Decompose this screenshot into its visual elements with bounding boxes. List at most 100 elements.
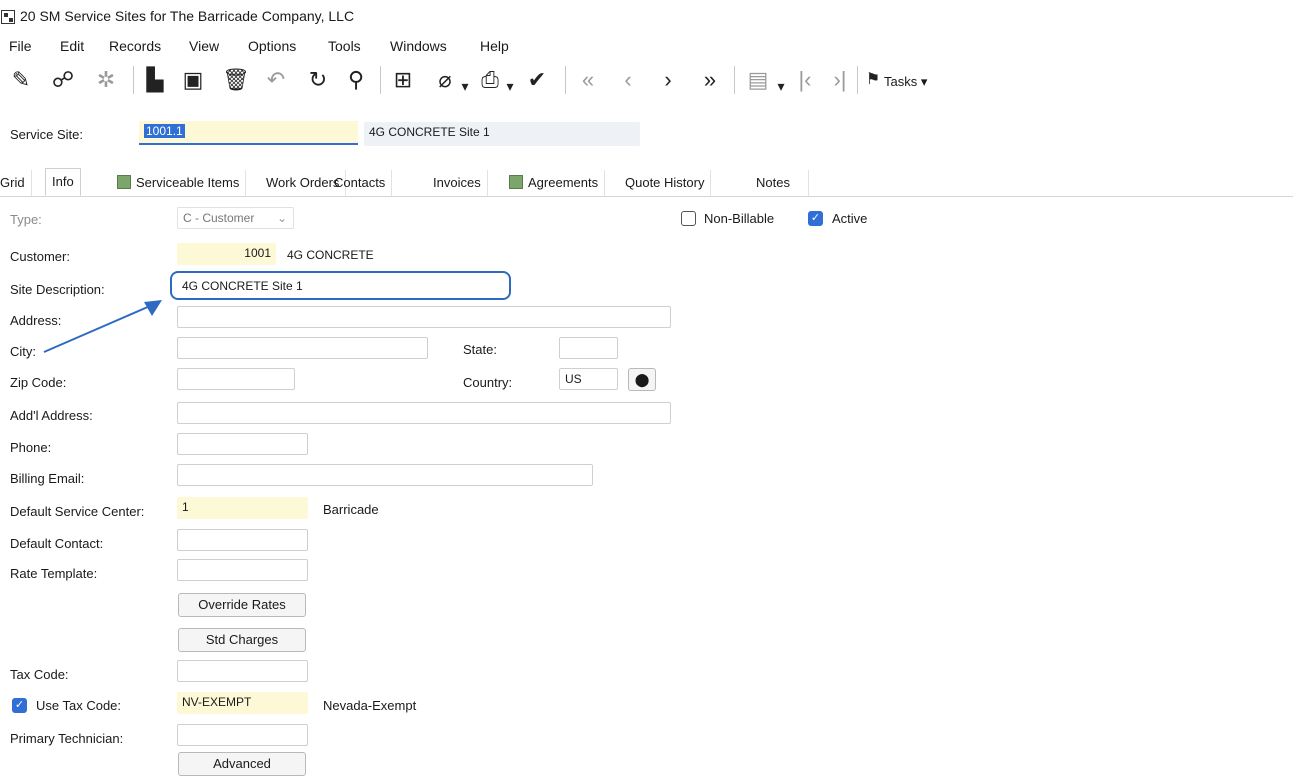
default-service-center-input[interactable]: 1 <box>177 497 308 519</box>
next-record-icon[interactable]: › <box>655 66 681 94</box>
tab-contacts[interactable]: Contacts <box>328 170 393 196</box>
phone-input[interactable] <box>177 433 308 455</box>
advanced-button[interactable]: Advanced <box>178 752 306 776</box>
active-checkbox[interactable]: ✓ <box>808 211 823 226</box>
document-icon <box>117 175 131 189</box>
phone-label: Phone: <box>10 440 52 455</box>
billing-email-label: Billing Email: <box>10 471 85 486</box>
highlight-box <box>170 271 511 300</box>
print-icon[interactable]: ⎙ <box>477 66 503 94</box>
new-document-icon[interactable]: ▙ <box>142 66 168 94</box>
document-icon <box>509 175 523 189</box>
state-input[interactable] <box>559 337 618 359</box>
form-view-icon[interactable]: ▤ <box>745 66 771 94</box>
use-tax-code-name: Nevada-Exempt <box>323 698 417 713</box>
last-record-icon[interactable]: » <box>697 66 723 94</box>
country-input[interactable]: US <box>559 368 618 390</box>
first-page-icon[interactable]: |‹ <box>795 66 815 94</box>
tax-code-input[interactable] <box>177 660 308 682</box>
menu-file[interactable]: File <box>9 38 32 54</box>
edit-record-icon[interactable]: ✎ <box>8 66 34 94</box>
undo-icon[interactable]: ↶ <box>263 66 289 94</box>
last-page-icon[interactable]: ›| <box>830 66 850 94</box>
state-label: State: <box>463 342 497 357</box>
binoculars-icon[interactable]: ☍ <box>50 66 76 94</box>
country-label: Country: <box>463 375 513 390</box>
city-label: City: <box>10 344 36 359</box>
tab-agreements-label: Agreements <box>528 175 599 190</box>
title-bar: 20 SM Service Sites for The Barricade Co… <box>0 0 1293 32</box>
toolbar-separator <box>734 66 735 94</box>
site-description-label: Site Description: <box>10 282 105 297</box>
menu-records[interactable]: Records <box>109 38 161 54</box>
tab-serviceable-items-label: Serviceable Items <box>136 175 240 190</box>
std-charges-button[interactable]: Std Charges <box>178 628 306 652</box>
type-label: Type: <box>10 212 42 227</box>
tasks-menu-button[interactable]: Tasks ▾ <box>884 74 927 90</box>
previous-record-icon[interactable]: ‹ <box>615 66 641 94</box>
toolbar-separator <box>565 66 566 94</box>
city-input[interactable] <box>177 337 428 359</box>
default-service-center-name: Barricade <box>323 502 379 517</box>
first-record-icon[interactable]: « <box>575 66 601 94</box>
map-pin-icon[interactable]: ⬤ <box>628 368 656 391</box>
grid-view-icon[interactable]: ⊞ <box>390 66 416 94</box>
toolbar-separator <box>133 66 134 94</box>
tax-code-label: Tax Code: <box>10 667 69 682</box>
active-label: Active <box>832 211 868 226</box>
menu-tools[interactable]: Tools <box>328 38 361 54</box>
delete-icon[interactable]: 🗑 <box>222 66 250 94</box>
spell-check-icon[interactable]: ✔ <box>523 66 551 94</box>
menu-windows[interactable]: Windows <box>390 38 447 54</box>
menu-edit[interactable]: Edit <box>60 38 84 54</box>
tab-invoices[interactable]: Invoices <box>427 170 488 196</box>
addl-address-input[interactable] <box>177 402 671 424</box>
flag-icon[interactable]: ⚑ <box>864 66 882 94</box>
override-rates-button[interactable]: Override Rates <box>178 593 306 617</box>
service-site-input[interactable]: 1001.1 <box>139 121 358 145</box>
toolbar-separator <box>857 66 858 94</box>
save-icon[interactable]: ▣ <box>180 66 206 94</box>
non-billable-checkbox[interactable] <box>681 211 696 226</box>
primary-technician-input[interactable] <box>177 724 308 746</box>
search-icon[interactable]: ⚲ <box>343 66 369 94</box>
print-dropdown-icon[interactable]: ▾ <box>503 72 517 100</box>
service-site-label: Service Site: <box>10 127 83 142</box>
type-select[interactable]: C - Customer ⌄ <box>177 207 294 229</box>
tab-info[interactable]: Info <box>45 168 81 196</box>
tab-quote-history[interactable]: Quote History <box>619 170 712 196</box>
primary-technician-label: Primary Technician: <box>10 731 124 746</box>
menu-view[interactable]: View <box>189 38 219 54</box>
tab-agreements[interactable]: Agreements <box>503 170 606 196</box>
use-tax-code-input[interactable]: NV-EXEMPT <box>177 692 308 714</box>
default-contact-input[interactable] <box>177 529 308 551</box>
window-title: 20 SM Service Sites for The Barricade Co… <box>20 8 355 24</box>
customer-name: 4G CONCRETE <box>287 248 374 262</box>
attachment-dropdown-icon[interactable]: ▾ <box>458 72 472 100</box>
chevron-down-icon: ⌄ <box>276 211 287 225</box>
zip-code-label: Zip Code: <box>10 375 67 390</box>
app-window-icon <box>1 10 15 24</box>
attachment-icon[interactable]: ⌀ <box>432 66 458 94</box>
zip-code-input[interactable] <box>177 368 295 390</box>
form-view-dropdown-icon[interactable]: ▾ <box>774 72 788 100</box>
service-site-value: 1001.1 <box>144 124 185 138</box>
use-tax-code-checkbox[interactable]: ✓ <box>12 698 27 713</box>
rate-template-label: Rate Template: <box>10 566 98 581</box>
tab-serviceable-items[interactable]: Serviceable Items <box>111 170 247 196</box>
billing-email-input[interactable] <box>177 464 593 486</box>
toolbar-separator <box>380 66 381 94</box>
use-tax-code-label: Use Tax Code: <box>36 698 122 713</box>
tab-grid[interactable]: Grid <box>0 170 32 196</box>
menu-options[interactable]: Options <box>248 38 296 54</box>
addl-address-label: Add'l Address: <box>10 408 93 423</box>
refresh-icon[interactable]: ↻ <box>305 66 331 94</box>
service-site-description: 4G CONCRETE Site 1 <box>364 122 640 146</box>
menu-help[interactable]: Help <box>480 38 509 54</box>
rate-template-input[interactable] <box>177 559 308 581</box>
tab-notes[interactable]: Notes <box>720 170 809 196</box>
address-input[interactable] <box>177 306 671 328</box>
default-contact-label: Default Contact: <box>10 536 104 551</box>
customer-input[interactable]: 1001 <box>177 243 276 265</box>
settings-disabled-icon[interactable]: ✲ <box>93 66 119 94</box>
